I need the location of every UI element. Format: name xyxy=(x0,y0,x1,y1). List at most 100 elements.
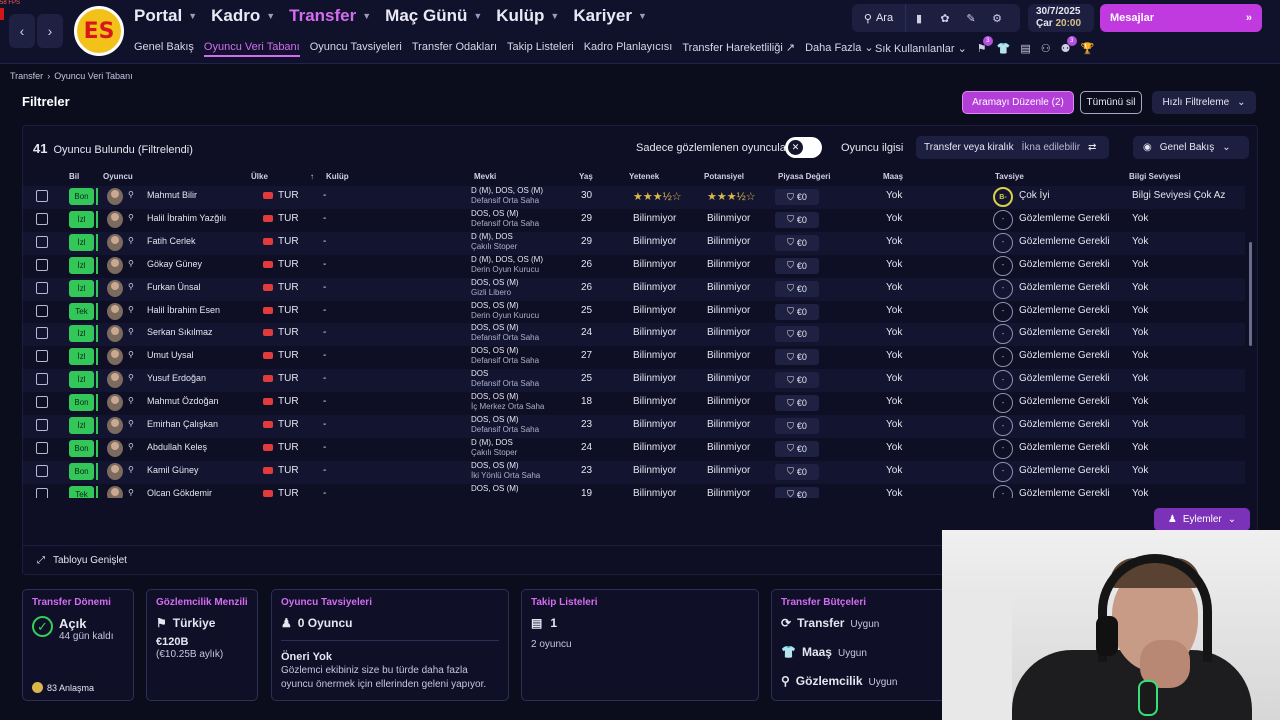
pin-icon[interactable]: ⚲ xyxy=(128,396,134,405)
player-name[interactable]: Kamil Güney xyxy=(147,465,199,475)
notebook-icon[interactable]: ▮ xyxy=(906,4,932,32)
shirt-shortcut-icon[interactable]: 👕 xyxy=(997,42,1011,55)
player-name[interactable]: Halil İbrahim Yazğılı xyxy=(147,213,226,223)
pin-icon[interactable]: ⚲ xyxy=(128,190,134,199)
search-button[interactable]: ⚲ Ara xyxy=(852,4,906,32)
observed-only-toggle[interactable]: ✕ xyxy=(785,137,822,158)
clear-all-button[interactable]: Tümünü sil xyxy=(1080,91,1142,114)
pin-icon[interactable]: ⚲ xyxy=(128,465,134,474)
pin-icon[interactable]: ⚲ xyxy=(128,259,134,268)
pin-icon[interactable]: ⚲ xyxy=(128,327,134,336)
forward-button[interactable]: › xyxy=(37,14,63,48)
row-checkbox[interactable] xyxy=(36,235,48,248)
table-row[interactable]: İzl ⚲ Fatih Cerlek TUR - D (M), DOS Çakılı Sto… xyxy=(23,231,1245,255)
subnav-genel-bakis[interactable]: Genel Bakış xyxy=(134,41,194,57)
pin-icon[interactable]: ⚲ xyxy=(128,488,134,497)
row-checkbox[interactable] xyxy=(36,190,48,202)
col-age[interactable]: Yaş xyxy=(579,172,593,181)
nav-transfer[interactable]: Transfer ▼ xyxy=(289,6,371,26)
pin-icon[interactable]: ⚲ xyxy=(128,236,134,245)
row-checkbox[interactable] xyxy=(36,212,48,225)
transfer-status-filter[interactable]: Transfer veya kiralık İkna edilebilir ⇄ xyxy=(916,136,1109,159)
gear-icon[interactable]: ⚙ xyxy=(984,4,1010,32)
player-recommendations-card[interactable]: Oyuncu Tavsiyeleri ♟ 0 Oyuncu Öneri Yok G… xyxy=(271,589,509,701)
table-row[interactable]: Bon ⚲ Abdullah Keleş TUR - D (M), DOS Çakılı S… xyxy=(23,438,1245,461)
back-button[interactable]: ‹ xyxy=(9,14,35,48)
subnav-transfer-hareketliligi[interactable]: Transfer Hareketliliği ↗ xyxy=(682,41,795,57)
player-name[interactable]: Olcan Gökdemir xyxy=(147,488,212,498)
pin-icon[interactable]: ⚲ xyxy=(128,305,134,314)
inbox-shortcut-icon[interactable]: ⚑ 3 xyxy=(977,36,993,55)
actions-button[interactable]: ♟ Eylemler ⌄ xyxy=(1154,508,1250,531)
row-checkbox[interactable] xyxy=(36,327,48,340)
nav-mac-gunu[interactable]: Maç Günü ▼ xyxy=(385,6,482,26)
transfer-window-card[interactable]: Transfer Dönemi ✓ Açık 44 gün kaldı 83 A… xyxy=(22,589,134,701)
row-checkbox[interactable] xyxy=(36,281,48,294)
pin-icon[interactable]: ⚲ xyxy=(128,373,134,382)
table-row[interactable]: Bon ⚲ Kamil Güney TUR - DOS, OS (M) İki Yönlü … xyxy=(23,460,1245,484)
breadcrumb-root[interactable]: Transfer xyxy=(10,71,43,81)
row-checkbox[interactable] xyxy=(36,396,48,409)
trophy-shortcut-icon[interactable]: 🏆 xyxy=(1081,42,1095,55)
row-checkbox[interactable] xyxy=(36,373,48,386)
subnav-transfer-odaklari[interactable]: Transfer Odakları xyxy=(412,41,497,57)
table-row[interactable]: İzl ⚲ Yusuf Erdoğan TUR - DOS Defansif Orta Sa… xyxy=(23,369,1245,393)
nav-portal[interactable]: Portal ▼ xyxy=(134,6,197,26)
view-selector[interactable]: ◉ Genel Bakış ⌄ xyxy=(1133,136,1249,159)
player-name[interactable]: Emirhan Çalışkan xyxy=(147,419,218,429)
col-ability[interactable]: Yetenek xyxy=(629,172,659,181)
pencil-icon[interactable]: ✎ xyxy=(958,4,984,32)
row-checkbox[interactable] xyxy=(36,464,48,477)
player-name[interactable]: Furkan Ünsal xyxy=(147,282,201,292)
table-row[interactable]: Bon ⚲ Mahmut Özdoğan TUR - DOS, OS (M) İç Merk… xyxy=(23,392,1245,415)
subnav-oyuncu-tavsiyeleri[interactable]: Oyuncu Tavsiyeleri xyxy=(310,41,402,57)
table-row[interactable]: İzl ⚲ Serkan Sıkılmaz TUR - DOS, OS (M) Defans… xyxy=(23,323,1245,347)
table-row[interactable]: İzl ⚲ Furkan Ünsal TUR - DOS, OS (M) Gizli Lib… xyxy=(23,277,1245,301)
col-nation[interactable]: Ülke xyxy=(251,172,268,181)
col-club[interactable]: Kulüp xyxy=(326,172,349,181)
player-name[interactable]: Serkan Sıkılmaz xyxy=(147,327,213,337)
col-player[interactable]: Oyuncu xyxy=(103,172,133,181)
people-shortcut-icon[interactable]: ⚉ 3 xyxy=(1061,36,1077,55)
table-row[interactable]: Tek ⚲ Olcan Gökdemir TUR - DOS, OS (M) 19 Bilin… xyxy=(23,484,1245,498)
subnav-kadro-planlayicisi[interactable]: Kadro Planlayıcısı xyxy=(584,41,673,57)
subnav-takip-listeleri[interactable]: Takip Listeleri xyxy=(507,41,574,57)
player-name[interactable]: Mahmut Bilir xyxy=(147,190,197,200)
nav-kulup[interactable]: Kulüp ▼ xyxy=(496,6,559,26)
player-name[interactable]: Yusuf Erdoğan xyxy=(147,373,206,383)
table-scrollbar[interactable] xyxy=(1249,242,1252,346)
pin-icon[interactable]: ⚲ xyxy=(128,282,134,291)
nav-kariyer[interactable]: Kariyer ▼ xyxy=(573,6,647,26)
scouting-range-card[interactable]: Gözlemcilik Menzili ⚑ Türkiye €120B (€10.… xyxy=(146,589,258,701)
table-row[interactable]: İzl ⚲ Emirhan Çalışkan TUR - DOS, OS (M) Defan… xyxy=(23,415,1245,438)
document-shortcut-icon[interactable]: ▤ xyxy=(1020,42,1030,55)
player-name[interactable]: Halil İbrahim Esen xyxy=(147,305,220,315)
col-wage[interactable]: Maaş xyxy=(883,172,903,181)
pin-icon[interactable]: ⚲ xyxy=(128,442,134,451)
player-name[interactable]: Abdullah Keleş xyxy=(147,442,207,452)
col-potential[interactable]: Potansiyel xyxy=(704,172,744,181)
player-name[interactable]: Fatih Cerlek xyxy=(147,236,196,246)
favorites-dropdown[interactable]: Sık Kullanılanlar ⌄ xyxy=(875,42,967,55)
player-name[interactable]: Mahmut Özdoğan xyxy=(147,396,219,406)
row-checkbox[interactable] xyxy=(36,258,48,271)
club-logo[interactable]: ES xyxy=(74,6,124,56)
table-row[interactable]: Bon ⚲ Mahmut Bilir TUR - D (M), DOS, OS (M) De… xyxy=(23,186,1245,209)
table-row[interactable]: İzl ⚲ Umut Uysal TUR - DOS, OS (M) Defansif Or… xyxy=(23,346,1245,369)
col-position[interactable]: Mevki xyxy=(474,172,496,181)
subnav-daha-fazla[interactable]: Daha Fazla ⌄ xyxy=(805,41,874,57)
col-knowledge[interactable]: Bil xyxy=(69,172,79,181)
pin-icon[interactable]: ⚲ xyxy=(128,350,134,359)
table-row[interactable]: Tek ⚲ Halil İbrahim Esen TUR - DOS, OS (M) Der… xyxy=(23,301,1245,324)
nav-kadro[interactable]: Kadro ▼ xyxy=(211,6,275,26)
table-row[interactable]: İzl ⚲ Halil İbrahim Yazğılı TUR - DOS, OS (M)… xyxy=(23,209,1245,232)
pin-icon[interactable]: ⚲ xyxy=(128,213,134,222)
col-value[interactable]: Piyasa Değeri xyxy=(778,172,830,181)
col-recommendation[interactable]: Tavsiye xyxy=(995,172,1024,181)
messages-button[interactable]: Mesajlar » xyxy=(1100,4,1262,32)
subnav-oyuncu-veri-tabani[interactable]: Oyuncu Veri Tabanı xyxy=(203,41,300,57)
shortlists-card[interactable]: Takip Listeleri ▤ 1 2 oyuncu xyxy=(521,589,759,701)
row-checkbox[interactable] xyxy=(36,419,48,431)
table-row[interactable]: İzl ⚲ Gökay Güney TUR - D (M), DOS, OS (M) Der… xyxy=(23,255,1245,278)
player-name[interactable]: Umut Uysal xyxy=(147,350,194,360)
